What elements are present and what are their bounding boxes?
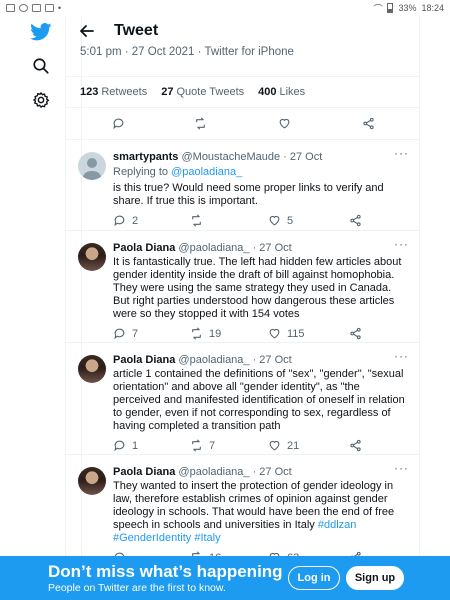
gear-icon[interactable]	[29, 88, 53, 112]
more-icon[interactable]: ···	[394, 237, 409, 251]
author-handle[interactable]: @paoladiana_ · 27 Oct	[178, 242, 291, 254]
replying-to-link[interactable]: @paoladiana_	[171, 166, 242, 178]
notification-icon	[19, 4, 28, 12]
reply-button[interactable]: 1	[113, 439, 138, 452]
page-title: Tweet	[114, 22, 159, 39]
retweet-icon	[192, 439, 201, 452]
heart-icon	[269, 328, 280, 339]
like-button[interactable]: 5	[268, 214, 293, 227]
author-name[interactable]: Paola Diana	[113, 466, 175, 478]
reply-header: smartypants @MoustacheMaude · 27 Oct	[113, 151, 403, 163]
quote-tweets-stat[interactable]: 27 Quote Tweets	[161, 86, 244, 98]
avatar[interactable]	[78, 467, 106, 495]
reply-tweet[interactable]: Paola Diana @paoladiana_ · 27 Oct ··· Th…	[66, 455, 419, 556]
author-handle[interactable]: @paoladiana_ · 27 Oct	[178, 354, 291, 366]
notification-icon	[6, 4, 15, 12]
reply-actions: 1 7 21	[113, 439, 413, 455]
share-button[interactable]	[349, 214, 362, 227]
arrow-left-icon[interactable]	[80, 22, 98, 40]
retweets-stat[interactable]: 123 Retweets	[80, 86, 147, 98]
like-button[interactable]: 115	[268, 327, 305, 340]
reply-text: It is fantastically true. The left had h…	[113, 256, 402, 320]
heart-icon	[269, 215, 280, 226]
share-button[interactable]	[349, 327, 362, 340]
avatar[interactable]	[78, 152, 106, 180]
more-notifications-icon: •	[58, 3, 62, 13]
share-button[interactable]	[349, 439, 362, 452]
avatar[interactable]	[78, 243, 106, 271]
reply-text: article 1 contained the definitions of "…	[113, 368, 405, 432]
comment-icon	[114, 440, 125, 452]
search-icon[interactable]	[29, 54, 53, 78]
retweet-button[interactable]	[194, 117, 207, 130]
comment-icon	[113, 118, 124, 130]
share-icon	[363, 117, 374, 130]
notification-icon	[32, 4, 41, 12]
retweet-icon	[192, 327, 201, 340]
retweet-icon	[192, 214, 201, 227]
reply-tweet[interactable]: Paola Diana @paoladiana_ · 27 Oct ··· ar…	[66, 343, 419, 455]
author-handle[interactable]: @MoustacheMaude · 27 Oct	[181, 151, 322, 163]
likes-stat[interactable]: 400 Likes	[258, 86, 305, 98]
retweet-button[interactable]: 19	[190, 327, 221, 340]
comment-icon	[114, 215, 125, 227]
reply-actions: 7 19 115	[113, 327, 413, 343]
comment-icon	[114, 328, 125, 340]
reply-header: Paola Diana @paoladiana_ · 27 Oct	[113, 242, 403, 254]
like-button[interactable]: 21	[268, 439, 299, 452]
more-icon[interactable]: ···	[394, 146, 409, 160]
reply-header: Paola Diana @paoladiana_ · 27 Oct	[113, 466, 403, 478]
main-column: Tweet 5:01 pm · 27 Oct 2021 · Twitter fo…	[65, 16, 420, 556]
reply-header: Paola Diana @paoladiana_ · 27 Oct	[113, 354, 403, 366]
more-icon[interactable]: ···	[394, 461, 409, 475]
share-button[interactable]	[362, 117, 375, 130]
author-name[interactable]: smartypants	[113, 151, 178, 163]
reply-tweet[interactable]: smartypants @MoustacheMaude · 27 Oct ···…	[66, 140, 419, 231]
more-icon[interactable]: ···	[394, 349, 409, 363]
share-icon	[350, 327, 361, 340]
reply-button[interactable]: 7	[113, 327, 138, 340]
signup-button[interactable]: Sign up	[346, 566, 404, 590]
bird-icon[interactable]	[29, 20, 53, 44]
reply-tweet[interactable]: Paola Diana @paoladiana_ · 27 Oct ··· It…	[66, 231, 419, 343]
share-icon	[350, 214, 361, 227]
reply-text: is this true? Would need some proper lin…	[113, 182, 384, 207]
reply-button[interactable]: 2	[113, 214, 138, 227]
clock: 18:24	[421, 3, 444, 13]
avatar[interactable]	[78, 355, 106, 383]
replying-to: Replying to @paoladiana_	[113, 166, 243, 178]
battery-icon	[387, 3, 394, 13]
retweet-button[interactable]: 7	[190, 439, 215, 452]
tweet-actions	[66, 108, 419, 140]
like-button[interactable]	[278, 117, 291, 130]
status-notifications: •	[6, 3, 61, 13]
heart-icon	[279, 118, 290, 129]
reply-text: They wanted to insert the protection of …	[113, 480, 395, 544]
author-name[interactable]: Paola Diana	[113, 242, 175, 254]
share-icon	[350, 439, 361, 452]
reply-actions: 2 5	[113, 214, 413, 230]
status-bar: • ⌒ 33% 18:24	[0, 0, 450, 16]
tweet-stats: 123 Retweets 27 Quote Tweets 400 Likes	[66, 76, 419, 108]
banner-title: Don’t miss what’s happening	[48, 562, 283, 581]
author-name[interactable]: Paola Diana	[113, 354, 175, 366]
retweet-icon	[196, 117, 205, 130]
author-handle[interactable]: @paoladiana_ · 27 Oct	[178, 466, 291, 478]
tweet-meta: 5:01 pm · 27 Oct 2021 · Twitter for iPho…	[80, 46, 294, 58]
heart-icon	[269, 440, 280, 451]
battery-level: 33%	[398, 3, 417, 13]
reply-button[interactable]	[112, 117, 125, 130]
page-header: Tweet	[66, 16, 419, 46]
notification-icon	[45, 4, 54, 12]
wifi-icon: ⌒	[373, 3, 383, 14]
banner-subtitle: People on Twitter are the first to know.	[48, 582, 226, 594]
retweet-button[interactable]	[190, 214, 209, 227]
signup-banner: Don’t miss what’s happening People on Tw…	[0, 556, 450, 600]
login-button[interactable]: Log in	[288, 566, 340, 590]
